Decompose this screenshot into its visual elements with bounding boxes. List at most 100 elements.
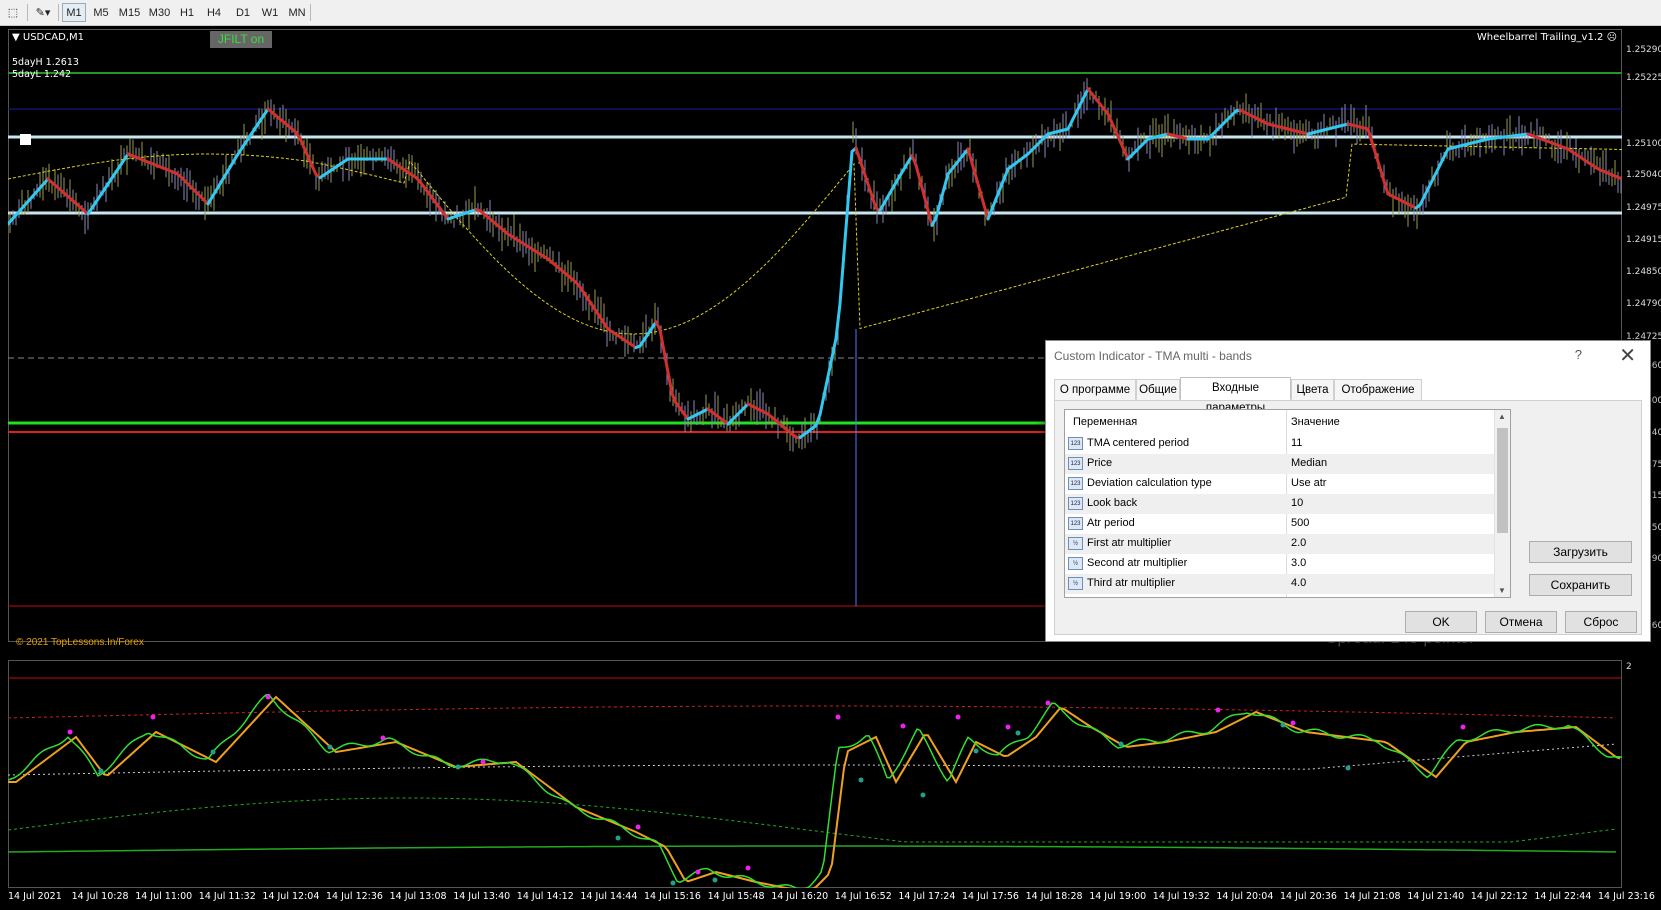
time-tick: 14 Jul 14:44 bbox=[580, 891, 638, 902]
param-row[interactable]: 123 Deviation calculation type Use atr bbox=[1065, 474, 1495, 494]
param-type-icon: ½ bbox=[1068, 577, 1083, 590]
timeframe-m5[interactable]: M5 bbox=[89, 3, 113, 22]
price-tick: 1.25225 bbox=[1626, 73, 1661, 83]
param-name: Look back bbox=[1087, 497, 1138, 509]
time-tick: 14 Jul 22:44 bbox=[1534, 891, 1592, 902]
ok-button[interactable]: OK bbox=[1405, 611, 1477, 633]
load-button[interactable]: Загрузить bbox=[1529, 541, 1632, 563]
param-type-icon: 123 bbox=[1068, 517, 1083, 530]
tab-2[interactable]: Входные параметры bbox=[1180, 377, 1291, 414]
timeframe-w1[interactable]: W1 bbox=[258, 3, 282, 22]
time-tick: 14 Jul 23:16 bbox=[1598, 891, 1655, 902]
header-value: Значение bbox=[1291, 416, 1340, 428]
param-row[interactable]: 123 Look back 10 bbox=[1065, 494, 1495, 514]
scroll-up-icon[interactable]: ▲ bbox=[1498, 412, 1506, 421]
jfilt-button[interactable]: JFILT on bbox=[210, 31, 272, 48]
parameters-grid[interactable]: Переменная Значение 123 TMA centered peri… bbox=[1064, 409, 1511, 598]
param-value[interactable]: Median bbox=[1291, 457, 1327, 469]
param-row[interactable]: ½ First atr multiplier 2.0 bbox=[1065, 534, 1495, 554]
time-tick: 14 Jul 21:08 bbox=[1343, 891, 1401, 902]
price-tick: 1.24915 bbox=[1626, 235, 1661, 245]
time-tick: 14 Jul 16:52 bbox=[834, 891, 892, 902]
timeframe-mn[interactable]: MN bbox=[285, 3, 309, 22]
price-tick: 1.24975 bbox=[1626, 203, 1661, 213]
param-row[interactable]: 123 Price Median bbox=[1065, 454, 1495, 474]
scroll-thumb[interactable] bbox=[1497, 428, 1508, 533]
grid-scrollbar[interactable]: ▲ ▼ bbox=[1494, 410, 1510, 597]
param-value[interactable]: 3.0 bbox=[1291, 557, 1306, 569]
time-tick: 14 Jul 12:04 bbox=[262, 891, 320, 902]
param-value[interactable]: Use atr bbox=[1291, 477, 1326, 489]
param-type-icon: 123 bbox=[1068, 477, 1083, 490]
timeframe-toolbar: ⬚ ✎▾ M1 M5 M15 M30 H1 H4 D1 W1 MN bbox=[0, 0, 1661, 26]
reset-button[interactable]: Сброс bbox=[1565, 611, 1637, 633]
param-row[interactable]: 123 TMA centered period 11 bbox=[1065, 434, 1495, 454]
param-name: Second atr multiplier bbox=[1087, 557, 1188, 569]
param-value[interactable]: 2.0 bbox=[1291, 537, 1306, 549]
symbol-label[interactable]: ▼ USDCAD,M1 bbox=[12, 32, 84, 43]
timeframe-m1[interactable]: M1 bbox=[62, 3, 86, 22]
param-row[interactable]: 123 Atr period 500 bbox=[1065, 514, 1495, 534]
time-tick: 14 Jul 19:32 bbox=[1152, 891, 1210, 902]
help-icon[interactable]: ? bbox=[1575, 347, 1582, 362]
time-tick: 14 Jul 18:28 bbox=[1025, 891, 1083, 902]
dialog-title: Custom Indicator - TMA multi - bands bbox=[1054, 349, 1252, 363]
timeframe-m30[interactable]: M30 bbox=[146, 3, 173, 22]
time-tick: 14 Jul 10:28 bbox=[71, 891, 129, 902]
five-day-high: 5dayH 1.2613 bbox=[12, 57, 79, 68]
draw-tools-icon[interactable]: ✎▾ bbox=[32, 3, 54, 22]
timeframe-m15[interactable]: M15 bbox=[116, 3, 143, 22]
cancel-button[interactable]: Отмена bbox=[1485, 611, 1557, 633]
time-tick: 14 Jul 22:12 bbox=[1470, 891, 1528, 902]
save-button[interactable]: Сохранить bbox=[1529, 574, 1632, 596]
price-tick: 1.24850 bbox=[1626, 267, 1661, 277]
time-tick: 14 Jul 12:36 bbox=[326, 891, 383, 902]
timeframe-h1[interactable]: H1 bbox=[175, 3, 199, 22]
param-type-icon: ½ bbox=[1068, 557, 1083, 570]
param-type-icon: 123 bbox=[1068, 457, 1083, 470]
param-name: Third atr multiplier bbox=[1087, 577, 1176, 589]
price-tick: 1.25290 bbox=[1626, 45, 1661, 55]
param-name: Deviation calculation type bbox=[1087, 477, 1212, 489]
tab-0[interactable]: О программе bbox=[1054, 379, 1136, 400]
time-tick: 14 Jul 15:16 bbox=[644, 891, 701, 902]
expert-advisor-title: Wheelbarrel Trailing_v1.2 ☹ bbox=[1476, 32, 1617, 43]
param-type-icon: ½ bbox=[1068, 537, 1083, 550]
time-tick: 14 Jul 11:32 bbox=[198, 891, 256, 902]
time-tick: 14 Jul 13:40 bbox=[453, 891, 511, 902]
copyright-text: © 2021 TopLessons.In/Forex bbox=[16, 637, 144, 648]
param-value[interactable]: 11 bbox=[1291, 437, 1302, 449]
param-row[interactable]: ½ Third atr multiplier 4.0 bbox=[1065, 574, 1495, 594]
param-type-icon: 123 bbox=[1068, 437, 1083, 450]
price-tick: 1.25100 bbox=[1626, 139, 1661, 149]
param-name: First atr multiplier bbox=[1087, 537, 1172, 549]
param-value[interactable]: 10 bbox=[1291, 497, 1303, 509]
timeframe-d1[interactable]: D1 bbox=[231, 3, 255, 22]
tab-3[interactable]: Цвета bbox=[1291, 379, 1334, 400]
tab-4[interactable]: Отображение bbox=[1334, 379, 1422, 400]
time-tick: 14 Jul 17:56 bbox=[962, 891, 1019, 902]
scroll-down-icon[interactable]: ▼ bbox=[1498, 586, 1506, 595]
close-icon[interactable]: ✕ bbox=[1619, 343, 1636, 368]
time-tick: 14 Jul 15:48 bbox=[707, 891, 765, 902]
time-tick: 14 Jul 20:36 bbox=[1280, 891, 1337, 902]
tab-1[interactable]: Общие bbox=[1136, 379, 1180, 400]
smiley-icon: ☹ bbox=[1606, 32, 1617, 43]
five-day-low: 5dayL 1.242 bbox=[12, 69, 72, 80]
sub-scale-label: 2 bbox=[1626, 662, 1632, 672]
timeframe-h4[interactable]: H4 bbox=[202, 3, 226, 22]
param-value[interactable]: 500 bbox=[1291, 517, 1309, 529]
time-tick: 14 Jul 20:04 bbox=[1216, 891, 1274, 902]
time-tick: 14 Jul 19:00 bbox=[1089, 891, 1147, 902]
price-tick: 1.25040 bbox=[1626, 170, 1661, 180]
time-tick: 14 Jul 13:08 bbox=[389, 891, 447, 902]
indicator-canvas bbox=[8, 677, 1622, 888]
param-value[interactable]: 4.0 bbox=[1291, 577, 1306, 589]
param-row[interactable]: ½ Second atr multiplier 3.0 bbox=[1065, 554, 1495, 574]
symbol-text: USDCAD,M1 bbox=[22, 32, 84, 43]
time-tick: 14 Jul 16:20 bbox=[771, 891, 829, 902]
custom-indicator-dialog: Custom Indicator - TMA multi - bands ? ✕… bbox=[1045, 340, 1651, 642]
time-tick: 14 Jul 11:00 bbox=[135, 891, 193, 902]
cursor-icon[interactable]: ⬚ bbox=[4, 3, 22, 22]
param-type-icon: 123 bbox=[1068, 497, 1083, 510]
